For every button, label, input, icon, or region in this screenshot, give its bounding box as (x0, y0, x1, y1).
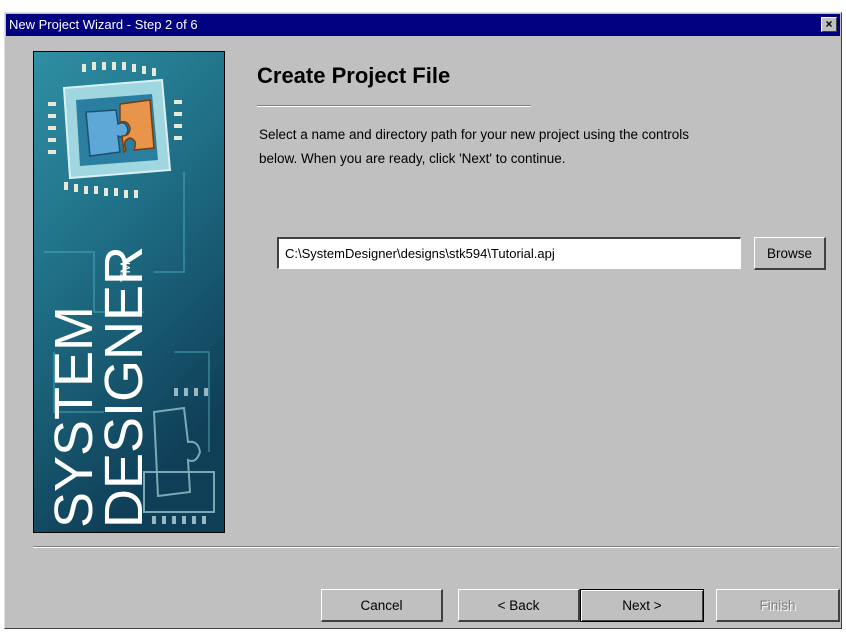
back-button[interactable]: < Back (458, 589, 580, 622)
instructions-line-1: Select a name and directory path for you… (259, 127, 689, 142)
close-button[interactable]: × (821, 17, 837, 32)
instructions-line-2: below. When you are ready, click 'Next' … (259, 151, 566, 166)
title-bar[interactable]: New Project Wizard - Step 2 of 6 × (6, 14, 840, 36)
project-path-input[interactable] (277, 237, 741, 269)
browse-button[interactable]: Browse (754, 237, 826, 270)
close-icon: × (825, 17, 833, 31)
wizard-window: New Project Wizard - Step 2 of 6 × SYSTE… (4, 12, 842, 629)
trademark-mark: TM (117, 262, 133, 282)
page-heading: Create Project File (257, 63, 451, 88)
system-designer-banner: SYSTEM DESIGNER TM (33, 51, 225, 533)
window-title: New Project Wizard - Step 2 of 6 (9, 17, 198, 32)
heading-divider (257, 105, 531, 107)
finish-button[interactable]: Finish (716, 589, 840, 622)
brand-text-designer: DESIGNER (94, 246, 154, 528)
next-button[interactable]: Next > (580, 589, 704, 622)
footer-divider (33, 546, 839, 548)
cancel-button[interactable]: Cancel (321, 589, 443, 622)
instructions-text: Select a name and directory path for you… (259, 123, 835, 171)
